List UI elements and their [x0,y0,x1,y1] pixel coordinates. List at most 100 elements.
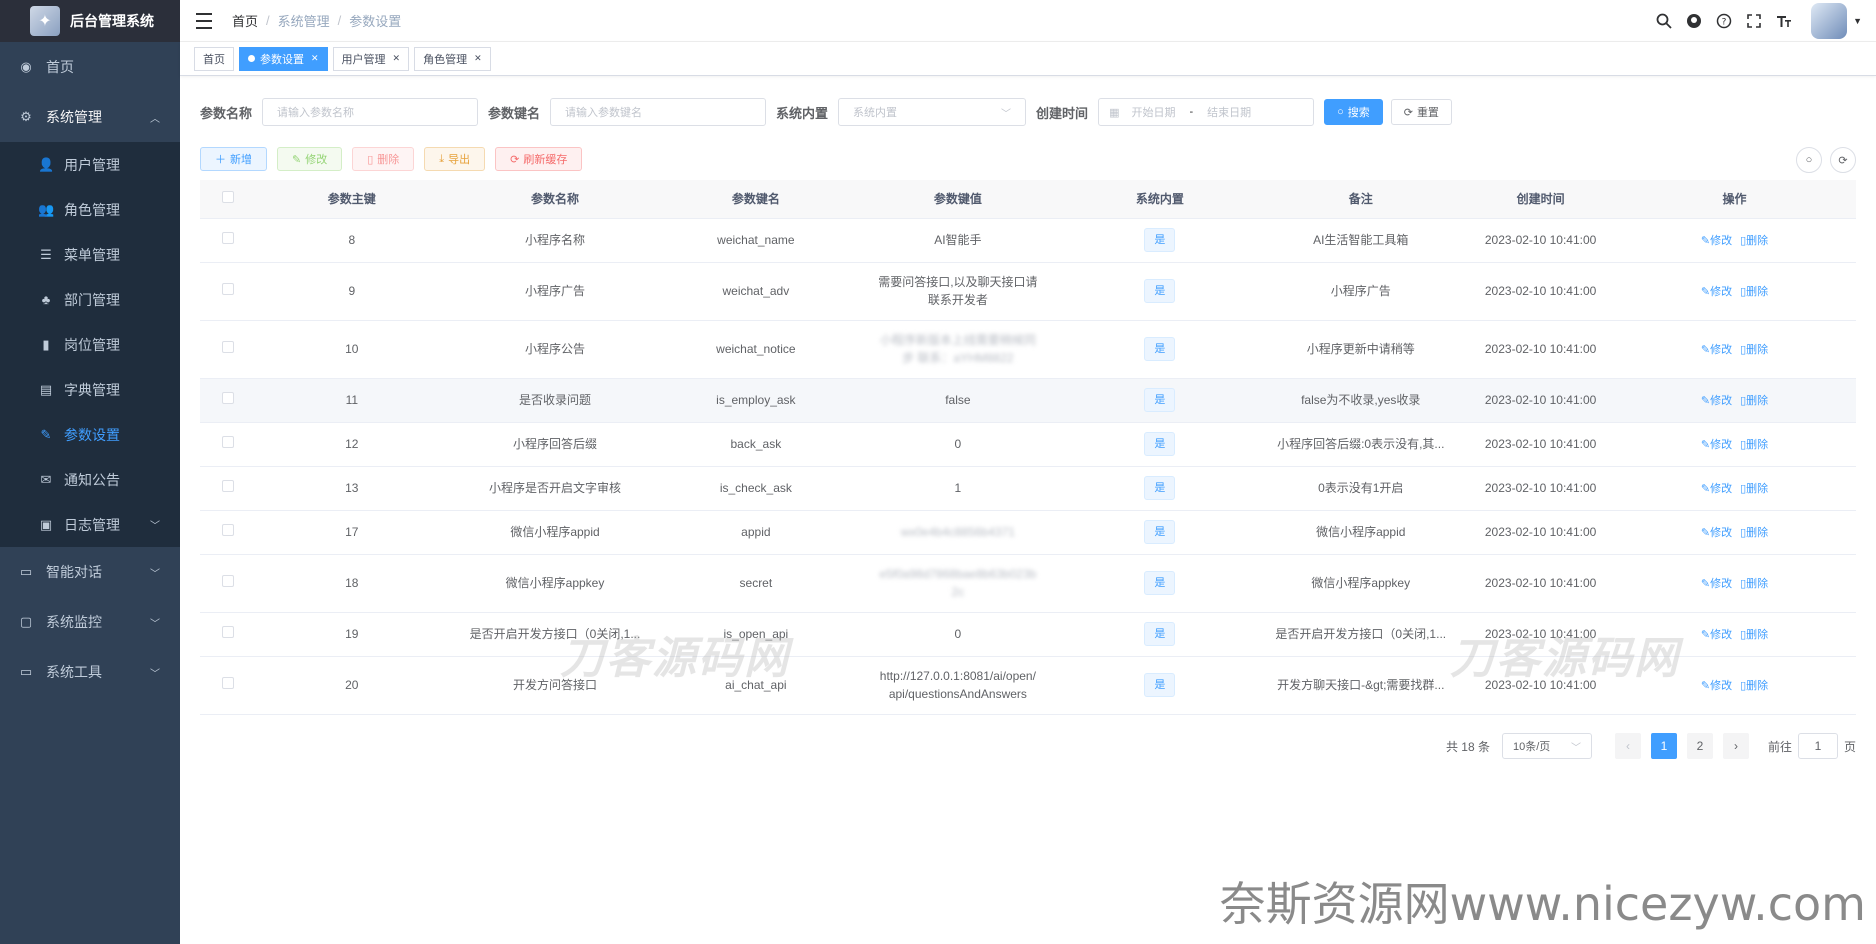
page-size-select[interactable]: 10条/页 ﹀ [1501,733,1592,759]
add-button[interactable]: ＋ 新增 [200,147,267,171]
close-icon[interactable]: ✕ [474,53,482,64]
row-edit-button[interactable]: ✎修改 [1701,578,1732,590]
row-edit-button[interactable]: ✎修改 [1701,395,1732,407]
sidebar-item-posts[interactable]: ▮ 岗位管理 [0,322,180,367]
sidebar-item-monitor[interactable]: ▢ 系统监控 ﹀ [0,597,180,647]
sidebar-item-config[interactable]: ✎ 参数设置 [0,412,180,457]
refresh-cache-button[interactable]: ⟳ 刷新缓存 [495,147,583,171]
sidebar-item-users[interactable]: 👤 用户管理 [0,142,180,187]
table-row[interactable]: 17 微信小程序appid appid wx0e4b4c8856b4371 是微信小程序… [200,510,1856,555]
row-edit-button[interactable]: ✎修改 [1701,344,1732,356]
page-button[interactable]: 2 [1686,733,1713,759]
calendar-icon: ▦ [1109,106,1120,119]
sidebar-item-log[interactable]: ▣ 日志管理 ﹀ [0,502,180,547]
table-row[interactable]: 9 小程序广告 weichat_adv 需要问答接口,以及聊天接口请联系开发者是小程序… [200,262,1856,321]
row-delete-button[interactable]: ▯删除 [1740,483,1768,495]
select-all-checkbox[interactable] [200,180,257,219]
row-checkbox[interactable] [200,262,257,321]
row-delete-button[interactable]: ▯删除 [1740,235,1768,247]
breadcrumb-item[interactable]: 首页 [232,11,258,30]
github-icon[interactable] [1685,12,1703,30]
row-delete-button[interactable]: ▯删除 [1740,286,1768,298]
row-checkbox[interactable] [200,554,257,613]
font-size-icon[interactable] [1775,12,1793,30]
table-row[interactable]: 13 小程序是否开启文字审核 is_check_ask 1 是 0表示没有1开启 2023-… [200,466,1856,511]
row-checkbox[interactable] [200,510,257,555]
goto-suffix: 页 [1843,739,1856,754]
row-delete-button[interactable]: ▯删除 [1740,344,1768,356]
sidebar-item-label: 系统工具 [46,664,102,680]
param-name-input[interactable]: 请输入参数名称 [262,98,479,126]
search-button[interactable]: ○ 搜索 [1324,99,1383,125]
navbar: 首页 / 系统管理 / 参数设置 ? ▼ [180,0,1876,42]
sidebar-item-tools[interactable]: ▭ 系统工具 ﹀ [0,647,180,697]
sidebar-item-chat[interactable]: ▭ 智能对话 ﹀ [0,547,180,597]
row-edit-button[interactable]: ✎修改 [1701,235,1732,247]
delete-button[interactable]: ▯ 删除 [352,147,415,171]
row-delete-button[interactable]: ▯删除 [1740,578,1768,590]
navbar-right: ? ▼ [1649,0,1862,42]
reset-button[interactable]: ⟳ 重置 [1390,99,1452,125]
table-row[interactable]: 11 是否收录问题 is_employ_ask false 是 false为不收录,yes… [200,378,1856,423]
builtin-select[interactable]: 系统内置 ﹀ [838,98,1027,126]
cell-actions: ✎修改 ▯删除 [1613,320,1856,379]
row-checkbox[interactable] [200,218,257,263]
tag-config[interactable]: 参数设置 ✕ [239,46,328,71]
cell-builtin: 是 [1066,378,1254,423]
logo[interactable]: ✦ 后台管理系统 [0,0,180,42]
page-button[interactable]: 1 [1650,733,1677,759]
row-delete-button[interactable]: ▯删除 [1740,395,1768,407]
close-icon[interactable]: ✕ [311,53,319,64]
next-page-button[interactable]: › [1722,733,1749,759]
table-row[interactable]: 10 小程序公告 weichat_notice 小程序新版本上线需要稍候同步 联系：a… [200,320,1856,379]
edit-button[interactable]: ✎ 修改 [277,147,343,171]
fullscreen-icon[interactable] [1745,12,1763,30]
prev-page-button[interactable]: ‹ [1614,733,1641,759]
row-delete-button[interactable]: ▯删除 [1740,629,1768,641]
row-edit-button[interactable]: ✎修改 [1701,680,1732,692]
table-row[interactable]: 12 小程序回答后缀 back_ask 0 是 小程序回答后缀:0表示没有,其... 202… [200,422,1856,467]
date-range-picker[interactable]: ▦ 开始日期 - 结束日期 [1098,98,1315,126]
row-checkbox[interactable] [200,656,257,715]
caret-down-icon[interactable]: ▼ [1853,16,1862,26]
tag-home[interactable]: 首页 [194,46,234,71]
row-checkbox[interactable] [200,378,257,423]
row-edit-button[interactable]: ✎修改 [1701,527,1732,539]
search-icon[interactable] [1655,12,1673,30]
row-delete-button[interactable]: ▯删除 [1740,527,1768,539]
row-edit-button[interactable]: ✎修改 [1701,286,1732,298]
sidebar-item-depts[interactable]: ♣ 部门管理 [0,277,180,322]
sidebar-item-roles[interactable]: 👥 角色管理 [0,187,180,232]
row-checkbox[interactable] [200,320,257,379]
tag-roles[interactable]: 角色管理 ✕ [414,46,491,71]
row-checkbox[interactable] [200,466,257,511]
row-edit-button[interactable]: ✎修改 [1701,629,1732,641]
question-icon[interactable]: ? [1715,12,1733,30]
table-row[interactable]: 8 小程序名称 weichat_name AI智能手 是 AI生活智能工具箱 2023-02… [200,218,1856,263]
row-edit-button[interactable]: ✎修改 [1701,483,1732,495]
cell-created: 2023-02-10 10:41:00 [1468,510,1613,555]
goto-page-input[interactable]: 1 [1797,733,1838,759]
sidebar-item-menus[interactable]: ☰ 菜单管理 [0,232,180,277]
search-toggle-icon[interactable]: ○ [1796,147,1822,173]
sidebar-item-home[interactable]: ◉ 首页 [0,42,180,92]
refresh-icon[interactable]: ⟳ [1830,147,1856,173]
table-row[interactable]: 18 微信小程序appkey secret e5f0a98d7868bae8b63b0… [200,554,1856,613]
table-row[interactable]: 19 是否开启开发方接口（0关闭,1... is_open_api 0 是是否开启开发方… [200,612,1856,657]
row-delete-button[interactable]: ▯删除 [1740,439,1768,451]
chevron-down-icon: ﹀ [150,568,160,580]
row-checkbox[interactable] [200,422,257,467]
avatar[interactable] [1811,3,1848,39]
param-key-input[interactable]: 请输入参数键名 [550,98,767,126]
table-row[interactable]: 20 开发方问答接口 ai_chat_api http://127.0.0.1:808… [200,656,1856,715]
close-icon[interactable]: ✕ [393,53,401,64]
row-checkbox[interactable] [200,612,257,657]
sidebar-item-notice[interactable]: ✉ 通知公告 [0,457,180,502]
hamburger-icon[interactable] [196,12,212,29]
sidebar-item-dict[interactable]: ▤ 字典管理 [0,367,180,412]
tag-users[interactable]: 用户管理 ✕ [332,46,410,71]
row-edit-button[interactable]: ✎修改 [1701,439,1732,451]
row-delete-button[interactable]: ▯删除 [1740,680,1768,692]
sidebar-item-system[interactable]: ⚙ 系统管理 ︿ [0,92,180,142]
export-button[interactable]: ⤓ 导出 [424,147,486,171]
